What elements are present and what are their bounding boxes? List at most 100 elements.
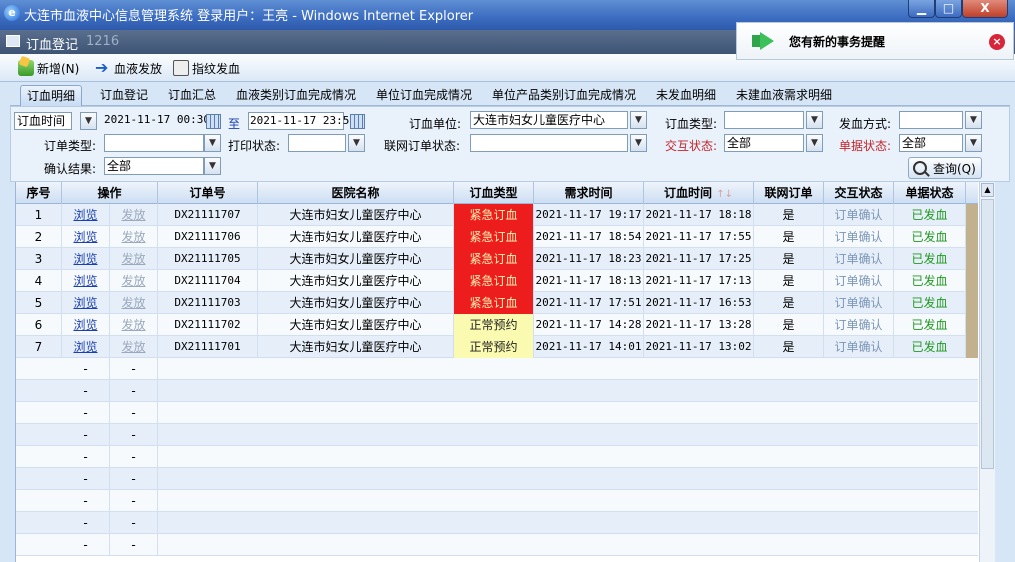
dispatch-link-cell: 发放 [110,314,158,336]
interaction-status[interactable]: 订单确认 [824,226,894,248]
chevron-down-icon[interactable]: ▼ [965,134,982,152]
tab-unit-product-completion[interactable]: 单位产品类别订血完成情况 [486,85,642,106]
header-action[interactable]: 操作 [62,182,158,204]
table-row[interactable]: 5 浏览 发放 DX21111703 大连市妇女儿童医疗中心 紧急订血 2021-11-17… [16,292,978,314]
interaction-status[interactable]: 订单确认 [824,292,894,314]
interaction-status[interactable]: 订单确认 [824,336,894,358]
interaction-status[interactable]: 订单确认 [824,248,894,270]
chevron-down-icon[interactable]: ▼ [80,112,97,130]
table-row[interactable]: 6 浏览 发放 DX21111702 大连市妇女儿童医疗中心 正常预约 2021-11-17… [16,314,978,336]
browse-link[interactable]: 浏览 [73,318,97,332]
chevron-down-icon[interactable]: ▼ [204,134,221,152]
browse-link[interactable]: 浏览 [73,296,97,310]
header-blood-type[interactable]: 订血类型 [454,182,534,204]
notification-text[interactable]: 您有新的事务提醒 [789,33,885,50]
dispatch-link[interactable]: 发放 [121,296,145,310]
tab-unbuilt-demand-details[interactable]: 未建血液需求明细 [730,85,838,106]
chevron-down-icon[interactable]: ▼ [204,157,221,175]
order-number: DX21111702 [158,314,258,336]
header-no[interactable]: 序号 [16,182,62,204]
header-doc-status[interactable]: 单据状态 [894,182,966,204]
tab-undispatched-details[interactable]: 未发血明细 [650,85,722,106]
chevron-down-icon[interactable]: ▼ [806,111,823,129]
blood-type-select[interactable] [724,111,804,129]
browse-link[interactable]: 浏览 [73,230,97,244]
table-row[interactable]: 4 浏览 发放 DX21111704 大连市妇女儿童医疗中心 紧急订血 2021-11-17… [16,270,978,292]
calendar-icon[interactable] [350,114,365,129]
header-order-no[interactable]: 订单号 [158,182,258,204]
chevron-down-icon[interactable]: ▼ [630,134,647,152]
header-hospital[interactable]: 医院名称 [258,182,454,204]
browse-link-cell: 浏览 [62,336,110,358]
table-row[interactable]: 1 浏览 发放 DX21111707 大连市妇女儿童医疗中心 紧急订血 2021-11-17… [16,204,978,226]
date-to-input[interactable]: 2021-11-17 23:59 [248,112,356,130]
header-need-time[interactable]: 需求时间 [534,182,644,204]
blood-type-badge: 紧急订血 [454,292,534,314]
table-row[interactable]: 3 浏览 发放 DX21111705 大连市妇女儿童医疗中心 紧急订血 2021-11-17… [16,248,978,270]
chevron-down-icon[interactable]: ▼ [348,134,365,152]
close-window-button[interactable]: X [962,0,1008,18]
tab-unit-completion[interactable]: 单位订血完成情况 [370,85,478,106]
vertical-scrollbar[interactable]: ▲ [979,182,995,562]
empty-row: -- [16,402,978,424]
blood-type-label: 订血类型: [665,117,718,131]
order-time: 2021-11-17 16:53 [644,292,754,314]
tab-order-summary[interactable]: 订血汇总 [162,85,222,106]
browse-link[interactable]: 浏览 [73,252,97,266]
tab-category-completion[interactable]: 血液类别订血完成情况 [230,85,362,106]
order-type-select[interactable] [104,134,204,152]
to-label: 至 [228,117,241,131]
dispatch-link-cell: 发放 [110,204,158,226]
print-status-select[interactable] [288,134,346,152]
unit-select[interactable]: 大连市妇女儿童医疗中心 [470,111,628,129]
notification-popup[interactable]: 您有新的事务提醒 × [736,22,1014,60]
dispatch-link[interactable]: 发放 [121,252,145,266]
header-interaction[interactable]: 交互状态 [824,182,894,204]
new-button[interactable]: 新增(N) [18,58,79,78]
date-from-input[interactable]: 2021-11-17 00:30 [104,113,210,126]
interaction-status-select[interactable]: 全部 [724,134,804,152]
interaction-status[interactable]: 订单确认 [824,270,894,292]
dispatch-link[interactable]: 发放 [121,274,145,288]
order-time: 2021-11-17 13:02 [644,336,754,358]
dispatch-arrow-icon: ➔ [95,58,109,77]
dispatch-link[interactable]: 发放 [121,340,145,354]
chevron-down-icon[interactable]: ▼ [630,111,647,129]
interaction-status[interactable]: 订单确认 [824,314,894,336]
header-online[interactable]: 联网订单 [754,182,824,204]
blood-type-badge: 紧急订血 [454,204,534,226]
browse-link[interactable]: 浏览 [73,340,97,354]
browse-link[interactable]: 浏览 [73,208,97,222]
doc-status-select[interactable]: 全部 [899,134,963,152]
interaction-status[interactable]: 订单确认 [824,204,894,226]
tab-order-register[interactable]: 订血登记 [94,85,154,106]
dispatch-link[interactable]: 发放 [121,230,145,244]
table-row[interactable]: 2 浏览 发放 DX21111706 大连市妇女儿童医疗中心 紧急订血 2021-11-17… [16,226,978,248]
blood-dispatch-button[interactable]: ➔ 血液发放 [95,58,162,78]
search-icon [913,161,927,175]
dispatch-link[interactable]: 发放 [121,318,145,332]
browse-link[interactable]: 浏览 [73,274,97,288]
calendar-icon[interactable] [206,114,221,129]
online-status-select[interactable] [470,134,628,152]
query-button[interactable]: 查询(Q) [908,157,982,179]
table-row[interactable]: 7 浏览 发放 DX21111701 大连市妇女儿童医疗中心 正常预约 2021-11-17… [16,336,978,358]
chevron-down-icon[interactable]: ▼ [965,111,982,129]
order-number: DX21111705 [158,248,258,270]
notification-close-icon[interactable]: × [989,34,1005,50]
tab-order-details[interactable]: 订血明细 [20,85,83,106]
empty-cell: - [110,534,158,556]
order-time: 2021-11-17 17:55 [644,226,754,248]
maximize-button[interactable]: □ [935,0,962,18]
time-field-select[interactable]: 订血时间 [14,112,72,130]
dispatch-method-select[interactable] [899,111,963,129]
fingerprint-dispatch-button[interactable]: 指纹发血 [173,58,240,78]
empty-row: -- [16,512,978,534]
minimize-button[interactable]: ▁ [908,0,935,18]
confirm-result-select[interactable]: 全部 [104,157,204,175]
header-order-time[interactable]: 订血时间 ↑↓ [644,182,754,204]
scroll-thumb[interactable] [981,199,994,469]
chevron-down-icon[interactable]: ▼ [806,134,823,152]
scroll-up-icon[interactable]: ▲ [981,183,994,197]
dispatch-link[interactable]: 发放 [121,208,145,222]
